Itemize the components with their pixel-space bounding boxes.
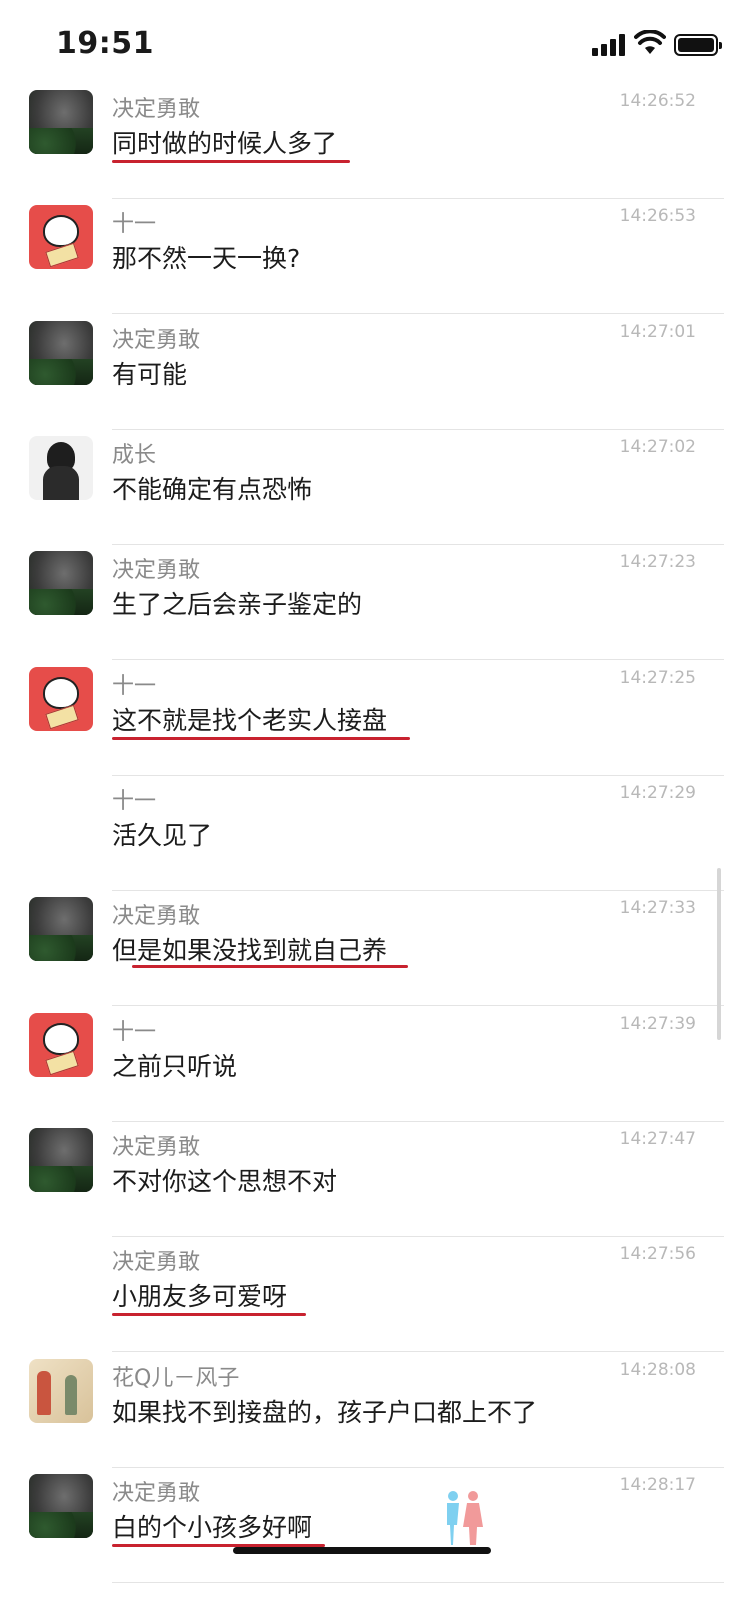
battery-icon [674, 34, 722, 56]
message-text[interactable]: 生了之后会亲子鉴定的 [112, 585, 362, 621]
row-divider [112, 1582, 724, 1583]
chat-message-row[interactable]: 十一 14:27:29 活久见了 [0, 772, 750, 891]
sender-name: 十一 [112, 212, 157, 237]
message-timestamp: 14:27:47 [619, 1129, 696, 1149]
sender-name: 决定勇敢 [112, 1481, 201, 1506]
cartoon-avatar-icon[interactable] [29, 667, 93, 731]
home-indicator[interactable] [233, 1547, 491, 1554]
chat-message-row[interactable]: 花Q儿－风子 14:28:08 如果找不到接盘的，孩子户口都上不了 [0, 1349, 750, 1468]
wifi-icon [634, 30, 666, 54]
message-timestamp: 14:27:56 [619, 1244, 696, 1264]
cartoon-avatar-icon[interactable] [29, 205, 93, 269]
cellular-signal-icon [592, 34, 626, 56]
chat-message-row[interactable]: 决定勇敢 14:27:01 有可能 [0, 311, 750, 430]
watermark-figures-icon [447, 1491, 483, 1545]
night-flower-icon[interactable] [29, 1128, 93, 1192]
message-text[interactable]: 有可能 [112, 355, 187, 391]
chat-message-row[interactable]: 成长 14:27:02 不能确定有点恐怖 [0, 426, 750, 545]
message-text[interactable]: 但是如果没找到就自己养 [112, 931, 387, 967]
message-timestamp: 14:27:39 [619, 1014, 696, 1034]
message-timestamp: 14:28:17 [619, 1475, 696, 1495]
sender-name: 决定勇敢 [112, 97, 201, 122]
sender-name: 决定勇敢 [112, 1135, 201, 1160]
message-timestamp: 14:27:29 [619, 783, 696, 803]
message-timestamp: 14:27:23 [619, 552, 696, 572]
message-text[interactable]: 白的个小孩多好啊 [112, 1508, 312, 1544]
message-text[interactable]: 不对你这个思想不对 [112, 1162, 337, 1198]
message-timestamp: 14:27:02 [619, 437, 696, 457]
red-underline-annotation [112, 1313, 306, 1316]
girl-avatar-icon[interactable] [29, 436, 93, 500]
night-flower-icon[interactable] [29, 897, 93, 961]
red-underline-annotation [112, 737, 410, 740]
message-timestamp: 14:27:25 [619, 668, 696, 688]
sender-name: 十一 [112, 674, 157, 699]
night-flower-icon[interactable] [29, 90, 93, 154]
sender-name: 十一 [112, 789, 157, 814]
message-text[interactable]: 之前只听说 [112, 1047, 237, 1083]
status-bar: 19:51 [0, 0, 750, 88]
chat-message-row[interactable]: 决定勇敢 14:27:56 小朋友多可爱呀 [0, 1233, 750, 1352]
sender-name: 决定勇敢 [112, 1250, 201, 1275]
cartoon-avatar-icon[interactable] [29, 1013, 93, 1077]
sender-name: 决定勇敢 [112, 328, 201, 353]
chat-message-row[interactable]: 十一 14:26:53 那不然一天一换? [0, 195, 750, 314]
message-timestamp: 14:28:08 [619, 1360, 696, 1380]
message-text[interactable]: 同时做的时候人多了 [112, 124, 337, 160]
chat-message-row[interactable]: 决定勇敢 14:28:17 白的个小孩多好啊 [0, 1464, 750, 1583]
chat-message-row[interactable]: 决定勇敢 14:26:52 同时做的时候人多了 [0, 80, 750, 199]
painting-avatar-icon[interactable] [29, 1359, 93, 1423]
scrollbar[interactable] [717, 868, 721, 1040]
chat-message-row[interactable]: 决定勇敢 14:27:47 不对你这个思想不对 [0, 1118, 750, 1237]
night-flower-icon[interactable] [29, 321, 93, 385]
message-timestamp: 14:27:01 [619, 322, 696, 342]
status-time: 19:51 [56, 26, 154, 61]
chat-message-row[interactable]: 十一 14:27:39 之前只听说 [0, 1003, 750, 1122]
sender-name: 花Q儿－风子 [112, 1366, 240, 1391]
sender-name: 决定勇敢 [112, 558, 201, 583]
sender-name: 十一 [112, 1020, 157, 1045]
message-timestamp: 14:26:53 [619, 206, 696, 226]
chat-message-row[interactable]: 决定勇敢 14:27:23 生了之后会亲子鉴定的 [0, 541, 750, 660]
message-text[interactable]: 不能确定有点恐怖 [112, 470, 312, 506]
night-flower-icon[interactable] [29, 1474, 93, 1538]
message-text[interactable]: 如果找不到接盘的，孩子户口都上不了 [112, 1393, 537, 1429]
sender-name: 成长 [112, 443, 157, 468]
message-text[interactable]: 那不然一天一换? [112, 239, 300, 275]
message-timestamp: 14:26:52 [619, 91, 696, 111]
sender-name: 决定勇敢 [112, 904, 201, 929]
chat-message-row[interactable]: 决定勇敢 14:27:33 但是如果没找到就自己养 [0, 887, 750, 1006]
night-flower-icon[interactable] [29, 551, 93, 615]
message-text[interactable]: 活久见了 [112, 816, 212, 852]
message-text[interactable]: 这不就是找个老实人接盘 [112, 701, 387, 737]
message-timestamp: 14:27:33 [619, 898, 696, 918]
red-underline-annotation [112, 160, 350, 163]
message-text[interactable]: 小朋友多可爱呀 [112, 1277, 287, 1313]
chat-message-row[interactable]: 十一 14:27:25 这不就是找个老实人接盘 [0, 657, 750, 776]
red-underline-annotation [132, 965, 408, 968]
